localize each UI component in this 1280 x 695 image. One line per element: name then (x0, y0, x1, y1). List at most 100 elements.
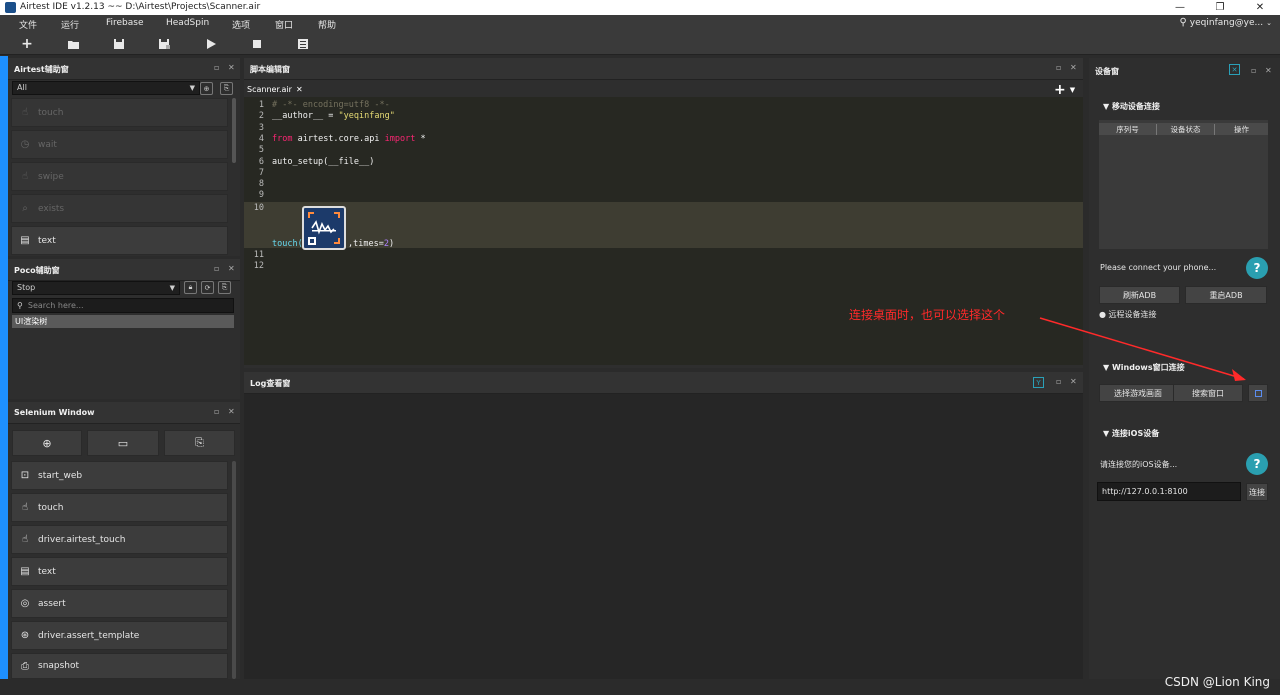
ios-connect-button[interactable]: 连接 (1246, 483, 1268, 501)
menu-headspin[interactable]: HeadSpin (166, 18, 209, 28)
tab-scanner[interactable]: Scanner.air ✕ (244, 81, 304, 97)
close-button[interactable]: ✕ (1240, 0, 1280, 15)
cmd-label: driver.airtest_touch (38, 534, 126, 545)
device-settings-icon[interactable]: ✕ (1229, 64, 1240, 75)
airtest-scrollbar[interactable] (232, 98, 236, 163)
code-token: ) (388, 239, 395, 249)
menu-window[interactable]: 窗口 (275, 18, 293, 31)
new-tab-button[interactable]: + ▼ (1054, 82, 1084, 98)
globe-icon: ⊕ (42, 436, 52, 450)
float-icon[interactable]: ▫ (214, 407, 219, 416)
menu-run[interactable]: 运行 (61, 18, 79, 31)
poco-mode-select[interactable]: Stop ▼ (12, 281, 180, 295)
minimize-button[interactable]: — (1160, 0, 1200, 15)
open-button[interactable] (64, 36, 82, 52)
user-icon: ⚲ (1179, 17, 1187, 28)
screenshot-icon[interactable]: ⎘ (218, 281, 231, 294)
mobile-section-title[interactable]: ▼ 移动设备连接 (1103, 101, 1160, 112)
selenium-scrollbar[interactable] (232, 461, 236, 679)
selenium-cmd-touch[interactable]: ☝ touch (11, 493, 228, 522)
screenshot-icon[interactable]: ⎘ (220, 82, 233, 95)
poco-tree-item[interactable]: UI渲染树 (12, 315, 234, 328)
selenium-window-button[interactable]: ▭ (87, 430, 159, 456)
refresh-icon[interactable]: ⟳ (201, 281, 214, 294)
save-button[interactable] (110, 36, 128, 52)
selenium-record-button[interactable]: ⎘ (164, 430, 235, 456)
camera-icon: ⎘ (195, 436, 204, 449)
airtest-cmd-touch[interactable]: ☝ touch (11, 98, 228, 127)
airtest-cmd-exists[interactable]: ⌕ exists (11, 194, 228, 223)
poco-mode-value: Stop (17, 283, 36, 292)
hand-icon: ☝ (21, 107, 29, 118)
airtest-cmd-text[interactable]: ▤ text (11, 226, 228, 255)
close-icon[interactable]: ✕ (228, 264, 235, 273)
restore-button[interactable]: ❐ (1200, 0, 1240, 15)
float-icon[interactable]: ▫ (1056, 63, 1061, 72)
log-panel: Log查看窗 Y ▫ ✕ (244, 372, 1083, 679)
code-token: touch( (272, 239, 303, 249)
refresh-adb-button[interactable]: 刷新ADB (1099, 286, 1180, 304)
ios-section-title[interactable]: ▼ 连接iOS设备 (1103, 428, 1159, 439)
cmd-label: text (38, 235, 56, 246)
cmd-label: assert (38, 598, 66, 609)
code-token: __author__ = (272, 111, 339, 122)
line-number: 10 (253, 203, 264, 213)
template-image-thumbnail[interactable] (302, 206, 346, 250)
float-icon[interactable]: ▫ (214, 264, 219, 273)
close-icon[interactable]: ✕ (228, 63, 235, 72)
menu-help[interactable]: 帮助 (318, 18, 336, 31)
menu-file[interactable]: 文件 (19, 18, 37, 31)
script-editor-title: 脚本编辑窗 (250, 65, 290, 74)
annotation-arrow (1039, 317, 1246, 381)
device-table-header: 序列号 设备状态 操作 (1099, 123, 1268, 135)
code-editor[interactable]: 1 # -*- encoding=utf8 -*- 2 __author__ = "y… (244, 97, 1083, 365)
code-line-10-suffix: ,times=2) (348, 239, 394, 249)
user-account[interactable]: ⚲ yeqinfang@ye... ⌄ (1179, 17, 1272, 28)
restart-adb-button[interactable]: 重启ADB (1185, 286, 1267, 304)
chevron-down-icon: ⌄ (1266, 18, 1272, 27)
line-number: 12 (253, 261, 264, 271)
code-token: airtest.core.api (292, 133, 385, 144)
line-number: 4 (258, 133, 264, 144)
selenium-cmd-airtest-touch[interactable]: ☝ driver.airtest_touch (11, 525, 228, 554)
search-icon: ⚲ (17, 300, 23, 310)
menu-firebase[interactable]: Firebase (106, 18, 144, 28)
airtest-panel-header: Airtest辅助窗 ▫ ✕ (8, 58, 240, 80)
tab-label: Scanner.air (247, 84, 292, 94)
run-button[interactable] (202, 36, 220, 52)
poco-search-input[interactable]: ⚲ Search here... (12, 298, 234, 313)
airtest-cmd-wait[interactable]: ◷ wait (11, 130, 228, 159)
save-as-button[interactable] (155, 36, 173, 52)
cmd-label: exists (38, 203, 65, 214)
close-icon[interactable]: ✕ (228, 407, 235, 416)
tab-close-icon[interactable]: ✕ (296, 85, 303, 94)
cmd-label: snapshot (38, 661, 80, 671)
selenium-cmd-snapshot[interactable]: ⎙ snapshot (11, 653, 228, 679)
selenium-panel-header: Selenium Window ▫ ✕ (8, 402, 240, 424)
menu-options[interactable]: 选项 (232, 18, 250, 31)
close-icon[interactable]: ✕ (1265, 66, 1272, 75)
lock-icon[interactable]: 🔒︎ (184, 281, 197, 294)
connect-phone-hint: Please connect your phone... (1100, 263, 1217, 272)
selenium-browser-button[interactable]: ⊕ (12, 430, 82, 456)
line-number: 1 (258, 100, 264, 110)
record-icon[interactable]: ⊕ (200, 82, 213, 95)
selenium-cmd-assert-template[interactable]: ⊛ driver.assert_template (11, 621, 228, 650)
log-button[interactable] (294, 36, 312, 52)
airtest-filter-select[interactable]: All ▼ (12, 81, 200, 95)
float-icon[interactable]: ▫ (1251, 66, 1256, 75)
selenium-cmd-text[interactable]: ▤ text (11, 557, 228, 586)
ios-url-input[interactable]: http://127.0.0.1:8100 (1097, 482, 1241, 501)
airtest-cmd-swipe[interactable]: ☝ swipe (11, 162, 228, 191)
line-number: 9 (258, 190, 264, 201)
float-icon[interactable]: ▫ (214, 63, 219, 72)
close-icon[interactable]: ✕ (1070, 63, 1077, 72)
selenium-cmd-assert[interactable]: ◎ assert (11, 589, 228, 618)
menu-bar: 文件 运行 Firebase HeadSpin 选项 窗口 帮助 ⚲ yeqin… (0, 15, 1280, 33)
new-script-button[interactable]: + (18, 36, 36, 52)
help-icon[interactable]: ? (1246, 453, 1268, 475)
selenium-cmd-start-web[interactable]: ⊡ start_web (11, 461, 228, 490)
stop-button[interactable] (248, 36, 266, 52)
help-icon[interactable]: ? (1246, 257, 1268, 279)
chevron-down-icon: ▼ (1069, 85, 1076, 94)
